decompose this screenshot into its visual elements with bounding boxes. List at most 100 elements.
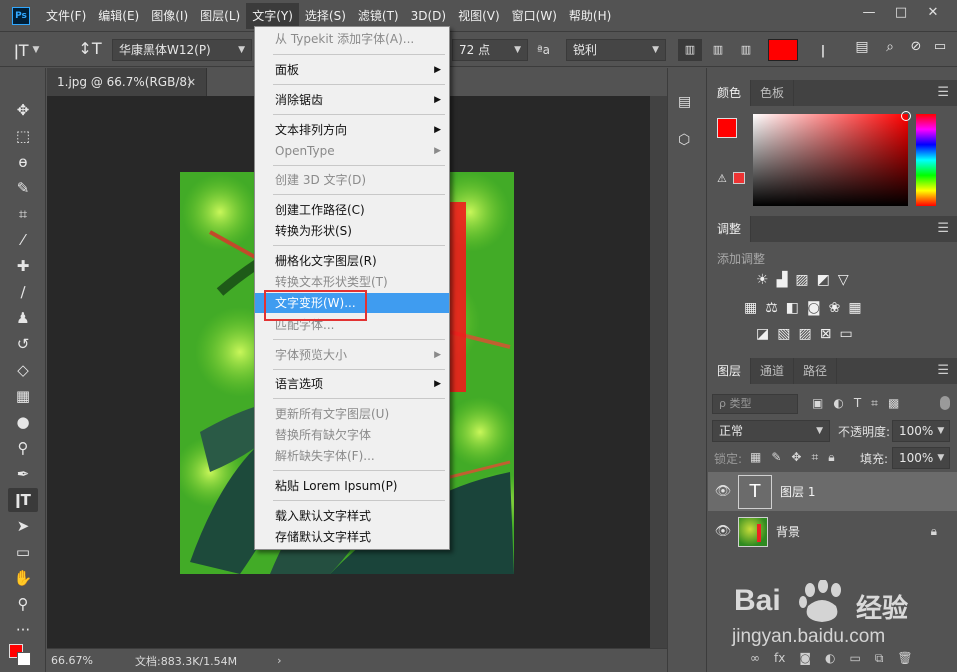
toggle-text-orientation-icon[interactable]: ↕T [78,39,102,61]
zoom-tool-icon[interactable]: ⚲ [8,592,38,616]
eraser-tool-icon[interactable]: ◇ [8,358,38,382]
lock-pixels-icon[interactable]: ▦ [750,450,761,465]
layer-name[interactable]: 图层 1 [780,483,815,500]
hand-tool-icon[interactable]: ✋ [8,566,38,590]
minimize-button[interactable]: — [853,2,885,22]
hue-slider[interactable] [916,114,936,206]
blur-tool-icon[interactable]: ● [8,410,38,434]
text-color-swatch[interactable] [768,39,798,61]
restore-button[interactable]: □ [885,2,917,22]
align-left-icon[interactable]: ▥ [678,39,702,61]
eye-icon[interactable]: 👁︎ [708,484,738,499]
smart-object-filter-icon[interactable]: ▩ [888,396,899,411]
hue-saturation-icon[interactable]: ▦ [744,300,757,316]
image-filter-icon[interactable]: ▣ [812,396,823,411]
more-tools-icon[interactable]: ··· [8,618,38,642]
dodge-tool-icon[interactable]: ⚲ [8,436,38,460]
channel-mixer-icon[interactable]: ❀ [829,300,841,316]
align-right-icon[interactable]: ▥ [734,39,758,61]
gradient-tool-icon[interactable]: ▦ [8,384,38,408]
menu-item-add-typekit-fonts[interactable]: 从 Typekit 添加字体(A)... [255,29,449,49]
filter-toggle[interactable] [940,396,950,410]
tab-color[interactable]: 颜色 [708,80,752,106]
layer-kind-filter[interactable]: ρ 类型 [712,394,798,414]
panel-menu-icon[interactable]: ☰ [937,85,949,100]
color-lookup-icon[interactable]: ▦ [848,300,861,316]
search-icon[interactable]: ⌕ [880,39,900,61]
workspace-icon[interactable]: ▭ [930,39,950,61]
menu-item-load-default-type-styles[interactable]: 载入默认文字样式 [255,506,449,526]
type-tool-icon[interactable]: ǀT [8,488,38,512]
brightness-icon[interactable]: ☀ [756,272,769,288]
blend-mode-select[interactable]: 正常 ▼ [712,420,830,442]
menu-item-resolve-missing-fonts[interactable]: 解析缺失字体(F)... [255,446,449,466]
lock-all-icon[interactable]: 🔒︎ [828,450,834,465]
menu-item-create-3d-text[interactable]: 创建 3D 文字(D) [255,170,449,190]
color-picker-handle[interactable] [901,111,911,121]
lock-position-icon[interactable]: ✥ [791,450,801,465]
menu-select[interactable]: 选择(S) [299,3,352,29]
menu-layer[interactable]: 图层(L) [194,3,246,29]
menu-window[interactable]: 窗口(W) [506,3,563,29]
crop-tool-icon[interactable]: ⌗ [8,202,38,226]
layer-name[interactable]: 背景 [776,523,800,540]
history-panel-icon[interactable]: ▤ [678,94,691,110]
menu-filter[interactable]: 滤镜(T) [352,3,405,29]
shape-filter-icon[interactable]: ⌗ [871,396,878,411]
menu-3d[interactable]: 3D(D) [405,3,452,29]
menu-image[interactable]: 图像(I) [145,3,194,29]
stamp-tool-icon[interactable]: ♟ [8,306,38,330]
selective-color-icon[interactable]: ⊠ [820,326,832,342]
menu-item-update-all-text-layers[interactable]: 更新所有文字图层(U) [255,404,449,424]
menu-item-replace-missing-fonts[interactable]: 替换所有缺欠字体 [255,425,449,445]
background-color-swatch[interactable] [17,652,31,666]
move-tool-icon[interactable]: ✥ [8,98,38,122]
cancel-icon[interactable]: ⊘ [906,39,926,61]
healing-brush-tool-icon[interactable]: ✚ [8,254,38,278]
warp-text-icon[interactable]: ꞁ [812,39,834,61]
quick-select-tool-icon[interactable]: ✎ [8,176,38,200]
menu-item-convert-text-shape-type[interactable]: 转换文本形状类型(T) [255,272,449,292]
menu-edit[interactable]: 编辑(E) [92,3,145,29]
menu-item-convert-to-shape[interactable]: 转换为形状(S) [255,221,449,241]
layer-row[interactable]: 👁︎ T 图层 1 [708,472,957,511]
tab-layers[interactable]: 图层 [708,358,752,384]
tab-channels[interactable]: 通道 [751,358,795,384]
photo-filter-icon[interactable]: ◙ [807,300,821,316]
black-white-icon[interactable]: ◧ [786,300,799,316]
antialias-select[interactable]: 锐利 ▼ [566,39,666,61]
align-center-icon[interactable]: ▥ [706,39,730,61]
close-tab-icon[interactable]: ✕ [187,76,196,89]
menu-item-antialias[interactable]: 消除锯齿 ▶ [255,90,449,110]
adjustment-filter-icon[interactable]: ◐ [833,396,843,411]
lock-paint-icon[interactable]: ✎ [771,450,781,465]
tab-swatches[interactable]: 色板 [751,80,795,106]
document-tab[interactable]: 1.jpg @ 66.7%(RGB/8) ✕ [47,68,207,96]
zoom-level[interactable]: 66.67% [51,654,121,667]
font-family-select[interactable]: 华康黑体W12(P) ▼ [112,39,252,61]
gamut-color-swatch[interactable] [733,172,745,184]
menu-item-font-preview-size[interactable]: 字体预览大小 ▶ [255,345,449,365]
panel-menu-icon[interactable]: ☰ [937,221,949,236]
pen-tool-icon[interactable]: ✒ [8,462,38,486]
exposure-icon[interactable]: ◩ [817,272,830,288]
lock-artboard-icon[interactable]: ⌗ [811,450,818,465]
panel-menu-icon[interactable]: ☰ [937,363,949,378]
menu-help[interactable]: 帮助(H) [563,3,617,29]
3d-panel-icon[interactable]: ⬡ [678,132,690,148]
menu-item-save-default-type-styles[interactable]: 存储默认文字样式 [255,527,449,547]
gradient-map-icon[interactable]: ▭ [839,326,852,342]
tab-paths[interactable]: 路径 [794,358,838,384]
tool-preset-picker[interactable]: ǀT ▼ [14,39,64,61]
menu-item-panels[interactable]: 面板 ▶ [255,60,449,80]
tab-adjustments[interactable]: 调整 [708,216,752,242]
menu-file[interactable]: 文件(F) [40,3,92,29]
close-button[interactable]: ✕ [917,2,949,22]
path-selection-tool-icon[interactable]: ➤ [8,514,38,538]
levels-icon[interactable]: ▟ [777,272,788,288]
posterize-icon[interactable]: ▧ [777,326,790,342]
marquee-tool-icon[interactable]: ⬚ [8,124,38,148]
eyedropper-tool-icon[interactable]: ⁄ [8,228,38,252]
fill-input[interactable]: 100% ▼ [892,447,950,469]
layer-row[interactable]: 👁︎ 背景 🔒︎ [708,512,957,551]
